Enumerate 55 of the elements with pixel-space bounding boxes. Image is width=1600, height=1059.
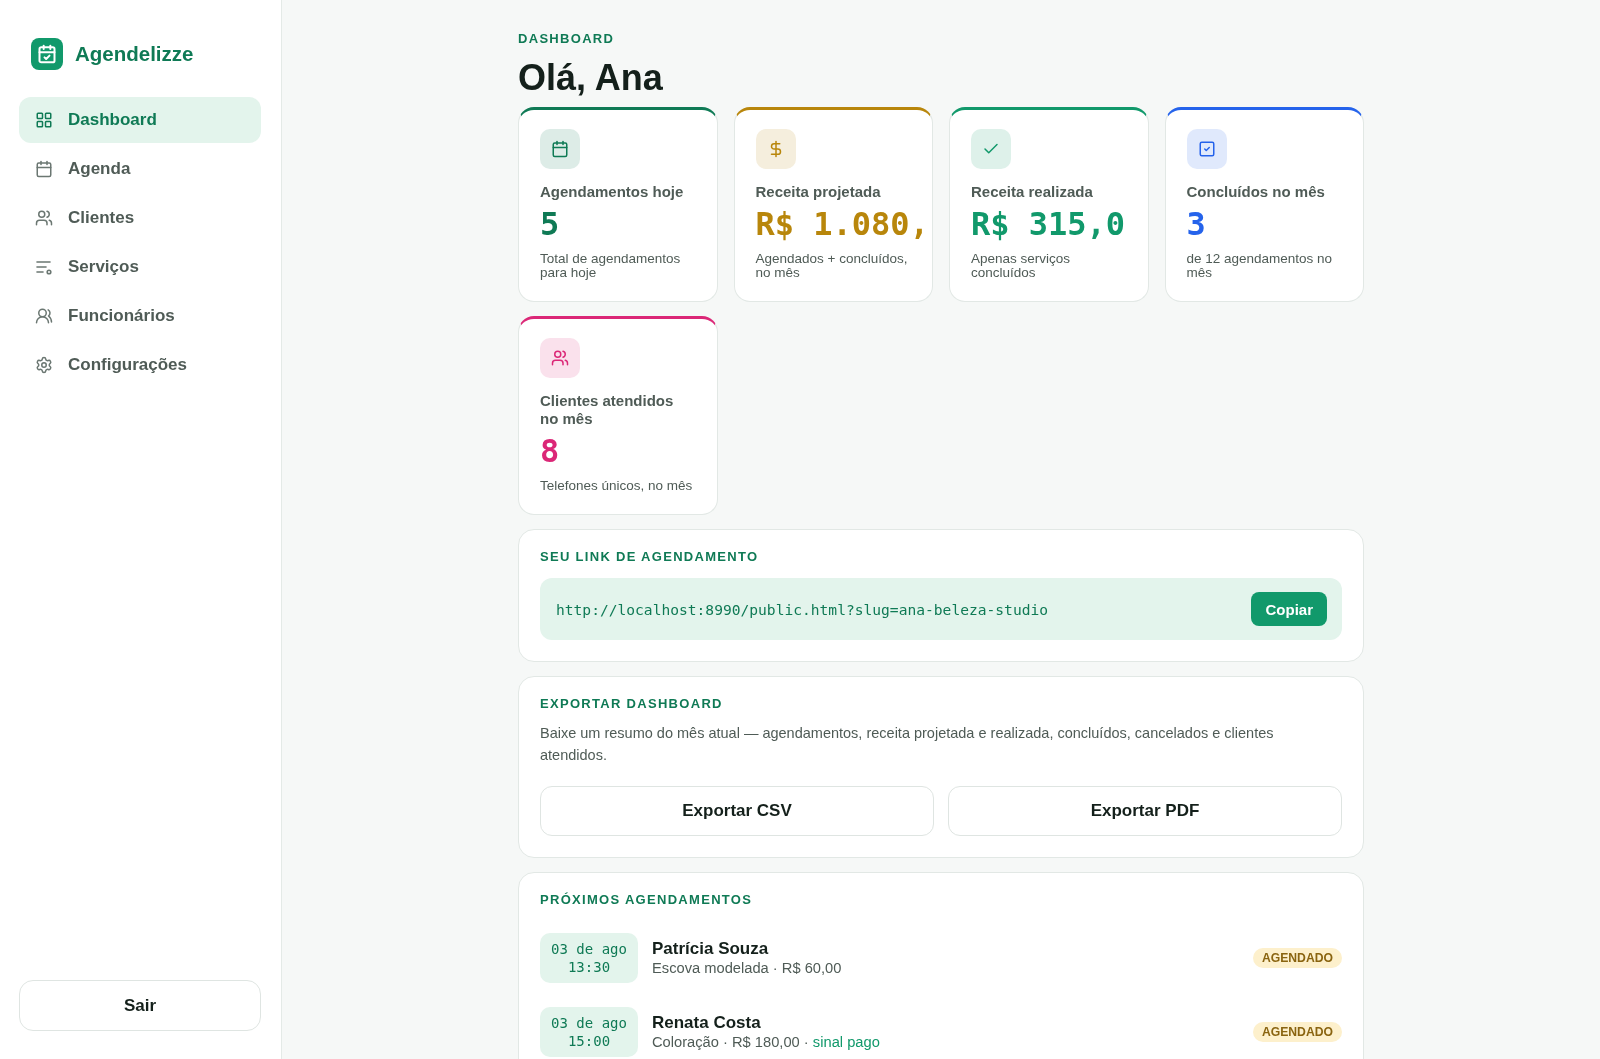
appointment-time: 15:00: [567, 1032, 611, 1050]
appointment-details: Coloração · R$ 180,00 · sinal pago: [652, 1032, 880, 1052]
stat-value: 3: [1186, 205, 1206, 243]
stat-note: Apenas serviços concluídos: [971, 252, 1072, 280]
nav-item[interactable]: Configurações: [19, 342, 261, 388]
export-button[interactable]: Exportar CSV: [540, 786, 934, 836]
stat-label: Receita projetada: [755, 183, 882, 201]
brand-name: Agendelizze: [75, 42, 194, 66]
stat-note: Total de agendamentos para hoje: [540, 252, 682, 280]
section-title: EXPORTAR DASHBOARD: [540, 696, 724, 712]
check-icon: [971, 129, 1011, 169]
stat-label: Receita realizada: [971, 183, 1094, 201]
list-icon: [35, 258, 53, 276]
users-icon: [35, 307, 53, 325]
stat-label: Concluídos no mês: [1186, 183, 1326, 201]
users-icon: [35, 209, 53, 227]
stat-note: Telefones únicos, no mês: [540, 479, 694, 493]
stat-value: 5: [540, 205, 560, 243]
stat-value: R$ 1.080,: [755, 205, 929, 243]
nav-item[interactable]: Serviços: [19, 244, 261, 290]
dollar-icon: [755, 129, 796, 169]
page-eyebrow: DASHBOARD: [518, 31, 616, 47]
status-badge: AGENDADO: [1252, 1022, 1342, 1042]
calendar-icon: [35, 160, 53, 178]
calendar-icon: [540, 129, 580, 169]
stat-value: R$ 315,0: [971, 205, 1126, 243]
grid-icon: [35, 111, 53, 129]
copy-button[interactable]: Copiar: [1251, 592, 1327, 626]
status-badge: AGENDADO: [1252, 948, 1342, 968]
client-name: Patrícia Souza: [652, 938, 770, 959]
logout-button[interactable]: Sair: [19, 980, 261, 1031]
nav-item[interactable]: Agenda: [19, 146, 261, 192]
nav-item[interactable]: Funcionários: [19, 293, 261, 339]
checkbox-icon: [1186, 129, 1227, 169]
stat-value: 8: [540, 432, 560, 470]
stat-label: Clientes atendidos no mês: [540, 392, 675, 428]
export-button[interactable]: Exportar PDF: [948, 786, 1342, 836]
client-name: Renata Costa: [652, 1012, 762, 1033]
section-title: PRÓXIMOS AGENDAMENTOS: [540, 892, 754, 908]
nav-item[interactable]: Clientes: [19, 195, 261, 241]
users-icon: [540, 338, 580, 378]
appointment-time: 13:30: [567, 958, 611, 976]
appointment-date: 03 de ago: [551, 940, 627, 958]
stat-note: de 12 agendamentos no mês: [1186, 252, 1334, 280]
stat-label: Agendamentos hoje: [540, 183, 685, 201]
appointment-date: 03 de ago: [551, 1014, 627, 1032]
section-title: SEU LINK DE AGENDAMENTO: [540, 549, 760, 565]
calendar-check-icon: [31, 38, 63, 70]
export-description: Baixe um resumo do mês atual — agendamentos, receita projetada e realizada, concluídos, cancelados e clientes atendidos.: [540, 724, 1275, 765]
appointment-details: Escova modelada · R$ 60,00: [652, 958, 842, 978]
settings-icon: [35, 356, 53, 374]
stat-note: Agendados + concluídos, no mês: [755, 252, 909, 280]
page-title: Olá, Ana: [518, 56, 664, 100]
booking-url: http://localhost:8990/public.html?slug=ana-beleza-studio: [556, 600, 1049, 618]
nav-item[interactable]: Dashboard: [19, 97, 261, 143]
